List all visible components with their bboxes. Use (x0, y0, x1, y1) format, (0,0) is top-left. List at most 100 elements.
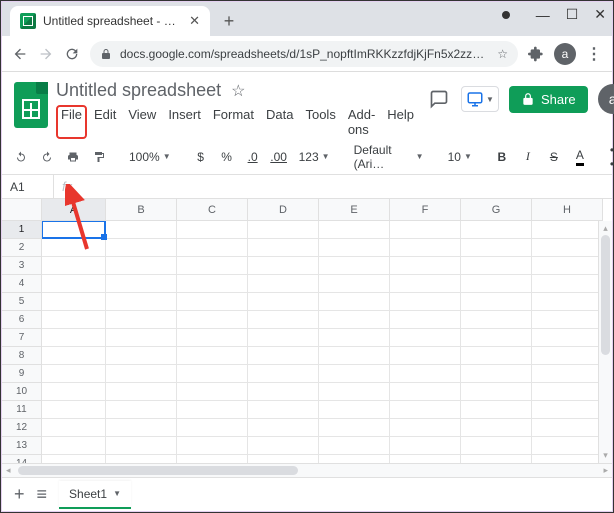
cell[interactable] (106, 257, 177, 275)
cell[interactable] (177, 221, 248, 239)
cell[interactable] (248, 239, 319, 257)
cell[interactable] (106, 221, 177, 239)
cell[interactable] (248, 419, 319, 437)
cell[interactable] (106, 455, 177, 463)
cell[interactable] (42, 401, 106, 419)
cell[interactable] (177, 365, 248, 383)
cell[interactable] (248, 383, 319, 401)
cell[interactable] (319, 365, 390, 383)
cell[interactable] (390, 455, 461, 463)
cell[interactable] (461, 419, 532, 437)
cell[interactable] (177, 329, 248, 347)
cell[interactable] (532, 437, 603, 455)
cell[interactable] (106, 419, 177, 437)
cell[interactable] (248, 347, 319, 365)
vertical-scrollbar[interactable] (598, 221, 612, 463)
cell[interactable] (319, 419, 390, 437)
select-all-corner[interactable] (2, 199, 42, 221)
row-header[interactable]: 6 (2, 311, 42, 329)
cell[interactable] (532, 419, 603, 437)
row-header[interactable]: 9 (2, 365, 42, 383)
row-header[interactable]: 1 (2, 221, 42, 239)
cell[interactable] (319, 275, 390, 293)
cell[interactable] (248, 401, 319, 419)
cell[interactable] (319, 401, 390, 419)
extensions-icon[interactable] (528, 46, 544, 62)
text-color-button[interactable]: A (569, 144, 591, 170)
cell[interactable] (390, 401, 461, 419)
cell[interactable] (177, 347, 248, 365)
cell[interactable] (319, 329, 390, 347)
cell[interactable] (319, 239, 390, 257)
cell[interactable] (106, 437, 177, 455)
cell[interactable] (248, 329, 319, 347)
bold-button[interactable]: B (491, 146, 513, 168)
more-formats-dropdown[interactable]: 123▼ (294, 146, 335, 168)
cell[interactable] (177, 419, 248, 437)
cell[interactable] (390, 221, 461, 239)
cell[interactable] (106, 401, 177, 419)
cell[interactable] (42, 311, 106, 329)
cell[interactable] (248, 257, 319, 275)
row-header[interactable]: 11 (2, 401, 42, 419)
font-dropdown[interactable]: Default (Ari…▼ (349, 139, 429, 175)
cell[interactable] (177, 239, 248, 257)
more-toolbar-button[interactable]: • • • (605, 139, 614, 175)
cell[interactable] (106, 293, 177, 311)
cell[interactable] (42, 365, 106, 383)
cell[interactable] (461, 239, 532, 257)
cell[interactable] (390, 383, 461, 401)
undo-button[interactable] (10, 146, 32, 168)
cell[interactable] (532, 257, 603, 275)
close-window-button[interactable]: ✕ (594, 6, 606, 23)
cell[interactable] (532, 221, 603, 239)
menu-data[interactable]: Data (261, 105, 298, 139)
cell[interactable] (319, 221, 390, 239)
sheet-tab[interactable]: Sheet1▼ (59, 481, 131, 509)
cell[interactable] (106, 383, 177, 401)
cell[interactable] (532, 365, 603, 383)
share-button[interactable]: Share (509, 86, 588, 113)
cell[interactable] (461, 455, 532, 463)
cell[interactable] (532, 347, 603, 365)
cell[interactable] (177, 257, 248, 275)
cell[interactable] (461, 311, 532, 329)
cell[interactable] (248, 365, 319, 383)
cell[interactable] (532, 329, 603, 347)
font-size-dropdown[interactable]: 10▼ (443, 146, 477, 168)
menu-view[interactable]: View (123, 105, 161, 139)
cell[interactable] (106, 347, 177, 365)
redo-button[interactable] (36, 146, 58, 168)
row-header[interactable]: 5 (2, 293, 42, 311)
cell[interactable] (461, 329, 532, 347)
account-avatar[interactable]: a (598, 84, 614, 114)
browser-avatar[interactable]: a (554, 43, 576, 65)
minimize-button[interactable]: — (536, 7, 550, 23)
row-header[interactable]: 4 (2, 275, 42, 293)
cell[interactable] (177, 401, 248, 419)
cell[interactable] (461, 221, 532, 239)
cell[interactable] (390, 365, 461, 383)
row-header[interactable]: 8 (2, 347, 42, 365)
italic-button[interactable]: I (517, 145, 539, 168)
cell[interactable] (461, 275, 532, 293)
increase-decimal-button[interactable]: .00 (268, 146, 290, 168)
forward-button[interactable] (38, 46, 54, 62)
cell[interactable] (319, 257, 390, 275)
decrease-decimal-button[interactable]: .0 (242, 146, 264, 168)
cell[interactable] (42, 329, 106, 347)
row-header[interactable]: 10 (2, 383, 42, 401)
cell[interactable] (532, 455, 603, 463)
cell[interactable] (390, 437, 461, 455)
add-sheet-button[interactable]: + (14, 484, 25, 505)
cell[interactable] (532, 311, 603, 329)
menu-help[interactable]: Help (382, 105, 419, 139)
cell[interactable] (248, 455, 319, 463)
menu-add-ons[interactable]: Add-ons (343, 105, 380, 139)
cell[interactable] (42, 437, 106, 455)
menu-file[interactable]: File (56, 105, 87, 139)
star-icon[interactable]: ☆ (231, 81, 245, 101)
cell[interactable] (177, 383, 248, 401)
cell[interactable] (461, 293, 532, 311)
cell[interactable] (42, 257, 106, 275)
